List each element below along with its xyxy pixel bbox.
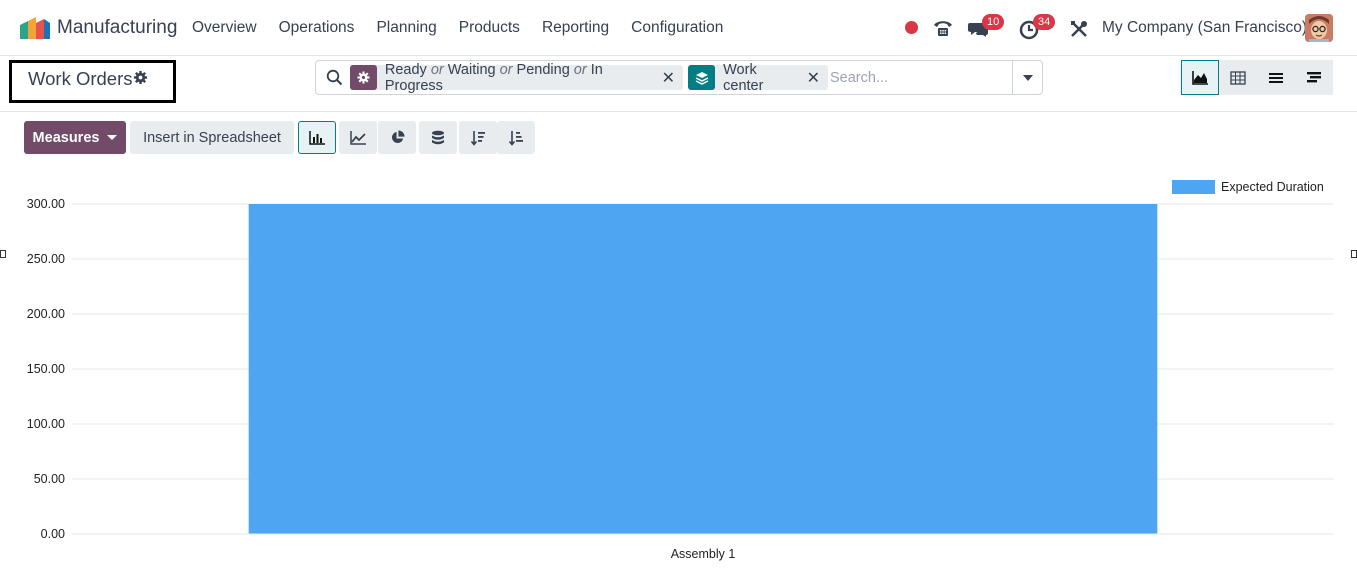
search-icon[interactable] bbox=[326, 69, 343, 86]
y-tick-label: 300.00 bbox=[27, 197, 65, 211]
menu-operations[interactable]: Operations bbox=[279, 19, 355, 37]
activity-count-badge: 34 bbox=[1033, 14, 1056, 30]
line-chart-button[interactable] bbox=[339, 121, 377, 154]
sort-ascending-icon bbox=[508, 130, 523, 146]
sort-descending-button[interactable] bbox=[459, 121, 497, 154]
filter-value-ready: Ready bbox=[384, 61, 427, 78]
debug-tools-icon[interactable] bbox=[1068, 18, 1090, 40]
remove-filter-close-icon[interactable]: ✕ bbox=[662, 68, 683, 88]
list-icon bbox=[1269, 72, 1283, 83]
chat-count-badge: 10 bbox=[982, 14, 1005, 30]
page-title[interactable]: Work Orders bbox=[28, 68, 133, 90]
manufacturing-app-icon[interactable] bbox=[20, 17, 50, 39]
y-tick-label: 250.00 bbox=[27, 252, 65, 266]
filter-facet[interactable]: Ready or Waiting or Pending or In Progre… bbox=[350, 62, 683, 94]
pie-chart-button[interactable] bbox=[378, 121, 416, 154]
view-list-button[interactable] bbox=[1257, 60, 1295, 95]
x-tick-label: Assembly 1 bbox=[671, 547, 736, 561]
resize-handle-left[interactable] bbox=[0, 250, 6, 258]
gantt-icon bbox=[1307, 71, 1321, 82]
line-chart-icon bbox=[350, 130, 366, 145]
stacked-button[interactable] bbox=[419, 121, 457, 154]
menu-configuration[interactable]: Configuration bbox=[631, 19, 723, 37]
search-options-toggle[interactable] bbox=[1012, 61, 1042, 94]
user-avatar[interactable] bbox=[1305, 14, 1333, 42]
menu-products[interactable]: Products bbox=[459, 19, 520, 37]
filter-value-pending: Pending bbox=[516, 61, 570, 78]
phone-icon[interactable] bbox=[932, 17, 954, 39]
y-tick-label: 150.00 bbox=[27, 362, 65, 376]
remove-groupby-close-icon[interactable]: ✕ bbox=[807, 68, 828, 88]
groupby-facet[interactable]: Work center ✕ bbox=[688, 62, 828, 94]
company-switcher[interactable]: My Company (San Francisco) bbox=[1102, 19, 1307, 37]
filter-separator: or bbox=[499, 61, 513, 78]
app-name[interactable]: Manufacturing bbox=[57, 17, 177, 39]
y-tick-label: 100.00 bbox=[27, 417, 65, 431]
y-tick-label: 50.00 bbox=[34, 472, 65, 486]
legend-swatch bbox=[1172, 180, 1215, 194]
database-stack-icon bbox=[432, 130, 444, 144]
groupby-facet-label: Work center bbox=[723, 61, 764, 94]
view-pivot-button[interactable] bbox=[1219, 60, 1257, 95]
bar-chart-button[interactable] bbox=[298, 121, 336, 154]
gear-icon[interactable] bbox=[133, 70, 148, 85]
pie-chart-icon bbox=[391, 130, 405, 144]
filter-value-waiting: Waiting bbox=[447, 61, 496, 78]
view-gantt-button[interactable] bbox=[1295, 60, 1333, 95]
resize-handle-right[interactable] bbox=[1351, 250, 1357, 258]
filter-separator: or bbox=[573, 61, 587, 78]
measures-button[interactable]: Measures bbox=[24, 121, 126, 154]
y-tick-label: 0.00 bbox=[41, 527, 65, 541]
search-input[interactable] bbox=[830, 66, 1006, 90]
y-tick-label: 200.00 bbox=[27, 307, 65, 321]
menu-overview[interactable]: Overview bbox=[192, 19, 257, 37]
sort-descending-icon bbox=[470, 130, 485, 146]
view-switcher bbox=[1181, 60, 1333, 95]
filter-separator: or bbox=[430, 61, 444, 78]
menu-reporting[interactable]: Reporting bbox=[542, 19, 609, 37]
bar-chart: 0.00 50.00 100.00 150.00 200.00 250.00 300.00 A… bbox=[27, 180, 1334, 561]
bar bbox=[248, 204, 1158, 534]
filter-facet-icon bbox=[350, 65, 377, 90]
area-chart-icon bbox=[1192, 70, 1208, 85]
filter-facet-label: Ready or Waiting or Pending or In Progre… bbox=[377, 62, 662, 94]
bar-chart-icon bbox=[309, 130, 325, 145]
main-menu: Overview Operations Planning Products Re… bbox=[192, 19, 745, 37]
measures-label: Measures bbox=[32, 129, 100, 146]
caret-down-icon bbox=[1022, 74, 1033, 81]
layers-icon bbox=[688, 65, 716, 90]
insert-in-spreadsheet-button[interactable]: Insert in Spreadsheet bbox=[130, 121, 294, 154]
legend-label: Expected Duration bbox=[1221, 180, 1324, 194]
view-graph-button[interactable] bbox=[1181, 60, 1219, 95]
menu-planning[interactable]: Planning bbox=[376, 19, 436, 37]
caret-down-icon bbox=[107, 135, 118, 140]
top-navbar: Manufacturing Overview Operations Planni… bbox=[0, 0, 1357, 56]
pivot-table-icon bbox=[1230, 70, 1246, 85]
sort-ascending-button[interactable] bbox=[497, 121, 535, 154]
recording-dot-icon[interactable] bbox=[905, 21, 918, 34]
